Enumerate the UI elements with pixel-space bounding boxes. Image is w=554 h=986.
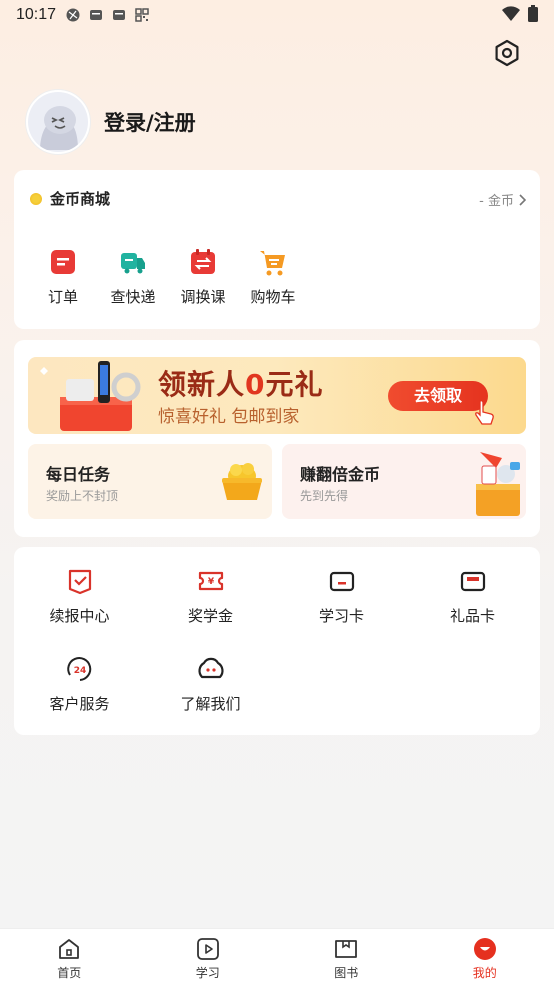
service-label: 了解我们 [180, 695, 241, 713]
service-renew-center[interactable]: 续报中心 [14, 567, 145, 655]
task-title: 每日任务 [46, 465, 111, 484]
service-label: 学习卡 [318, 607, 364, 625]
renew-icon [68, 569, 91, 595]
notification-icon-2 [113, 10, 126, 20]
login-register-link[interactable]: 登录/注册 [104, 107, 196, 137]
study-play-icon [196, 938, 219, 960]
task-title: 赚翻倍金币 [300, 465, 381, 484]
coin-item-label: 订单 [47, 288, 78, 306]
banner-headline: 领新人0元礼 [158, 363, 324, 403]
tab-study[interactable]: 学习 [139, 929, 278, 986]
tab-label: 我的 [472, 966, 497, 980]
svg-text:¥: ¥ [207, 577, 214, 587]
banner-headline-post: 元礼 [265, 368, 324, 401]
coin-item-swap-class[interactable]: 调换课 [168, 248, 238, 307]
service-study-card[interactable]: 学习卡 [276, 567, 407, 655]
service-label: 礼品卡 [449, 607, 495, 625]
gift-card-icon [460, 571, 485, 592]
coin-item-label: 查快递 [110, 288, 156, 306]
gold-bowl-icon [222, 463, 262, 500]
calendar-swap-icon [191, 249, 215, 274]
scholarship-ticket-icon: ¥ [198, 571, 223, 591]
home-icon [59, 939, 80, 959]
profile-header[interactable]: 登录/注册 [26, 90, 196, 154]
coin-item-cart[interactable]: 购物车 [238, 248, 308, 307]
daily-task-card[interactable]: 每日任务 奖励上不封顶 [28, 444, 272, 519]
coin-item-label: 调换课 [180, 288, 226, 306]
status-time: 10:17 [16, 6, 57, 23]
avatar-mascot-icon [28, 92, 88, 152]
truck-icon [121, 253, 145, 274]
svg-text:24: 24 [73, 666, 86, 676]
service-label: 奖学金 [187, 607, 233, 625]
qr-code-icon [135, 8, 149, 22]
tab-label: 学习 [195, 966, 220, 980]
coin-balance: - 金币 [479, 194, 514, 209]
notification-icon [90, 10, 103, 20]
browser-icon [66, 8, 80, 22]
banner-headline-zero: 0 [245, 368, 266, 401]
wifi-icon [502, 5, 520, 21]
settings-icon[interactable] [492, 38, 522, 68]
banner-subtitle: 惊喜好礼 包邮到家 [158, 407, 300, 427]
status-bar: 10:17 [0, 0, 554, 30]
battery-icon [528, 5, 538, 22]
service-gift-card[interactable]: 礼品卡 [407, 567, 538, 655]
book-icon [335, 940, 358, 958]
hand-pointer-icon [475, 400, 494, 425]
new-user-banner[interactable]: 领新人0元礼 惊喜好礼 包邮到家 去领取 [28, 357, 526, 434]
avatar[interactable] [26, 90, 90, 154]
order-icon [51, 250, 75, 274]
coin-balance-link[interactable]: - 金币 [479, 190, 526, 209]
coin-mall-card: 金币商城 - 金币 订单 查快递 调换课 购物车 [14, 170, 540, 329]
coin-item-express[interactable]: 查快递 [98, 248, 168, 307]
service-customer-service[interactable]: 24 客户服务 [14, 655, 145, 743]
task-subtitle: 先到先得 [300, 489, 349, 503]
tab-label: 图书 [334, 966, 359, 980]
tab-books[interactable]: 图书 [277, 929, 416, 986]
services-card: 续报中心 ¥ 奖学金 学习卡 礼品卡 24 客户服务 了解我们 [14, 547, 540, 735]
service-label: 续报中心 [49, 607, 110, 625]
service-scholarship[interactable]: ¥ 奖学金 [145, 567, 276, 655]
task-subtitle: 奖励上不封顶 [46, 489, 119, 503]
me-icon [473, 938, 496, 960]
coin-item-order[interactable]: 订单 [28, 248, 98, 307]
bottom-tab-bar: 首页 学习 图书 我的 [0, 928, 554, 986]
service-about-us[interactable]: 了解我们 [145, 655, 276, 743]
coin-icon [30, 192, 42, 205]
tab-label: 首页 [57, 966, 82, 980]
tab-me[interactable]: 我的 [416, 929, 554, 986]
coin-mall-title-text: 金币商城 [50, 190, 111, 208]
customer-service-24-icon: 24 [66, 657, 91, 681]
tab-home[interactable]: 首页 [0, 929, 139, 986]
banner-headline-pre: 领新人 [158, 368, 246, 401]
chevron-right-icon [519, 193, 526, 206]
claim-button[interactable]: 去领取 [388, 381, 488, 411]
service-label: 客户服务 [49, 695, 110, 713]
coin-mall-title[interactable]: 金币商城 [30, 188, 110, 209]
about-us-icon [197, 657, 224, 679]
gift-products-icon [40, 361, 141, 431]
study-card-icon [329, 571, 354, 592]
double-coin-card[interactable]: 赚翻倍金币 先到先得 [282, 444, 526, 519]
cart-icon [260, 251, 285, 276]
promo-card: 领新人0元礼 惊喜好礼 包邮到家 去领取 每日任务 奖励上不封顶 赚翻倍金币 先… [14, 340, 540, 537]
gift-box-icon [476, 452, 520, 516]
coin-item-label: 购物车 [250, 288, 296, 306]
